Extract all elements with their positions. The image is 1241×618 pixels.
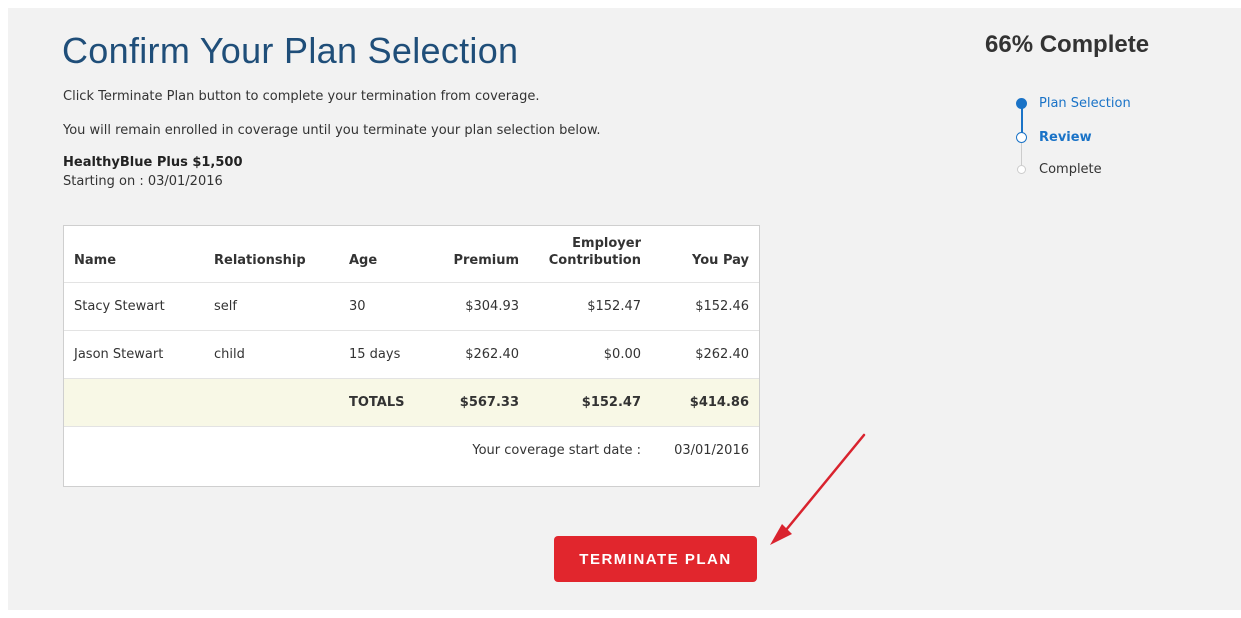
column-header-name: Name	[74, 252, 117, 268]
hollow-circle-icon	[1016, 132, 1027, 143]
cell-age: 30	[339, 281, 439, 330]
annotation-strip	[0, 0, 1241, 8]
intro-text-enrolled: You will remain enrolled in coverage unt…	[63, 123, 601, 138]
step-label: Complete	[1039, 162, 1102, 177]
coverage-table: Name Relationship Age Premium Employer Co…	[64, 226, 759, 474]
column-header-employer-line2: Contribution	[548, 252, 641, 268]
totals-employer-contribution: $152.47	[529, 377, 651, 426]
filled-circle-icon	[1016, 98, 1027, 109]
page-title: Confirm Your Plan Selection	[62, 30, 519, 71]
coverage-start-label: Your coverage start date :	[64, 425, 651, 474]
step-label: Review	[1039, 130, 1092, 145]
cell-relationship: child	[204, 329, 339, 378]
cell-employer-contribution: $0.00	[529, 329, 651, 378]
progress-title: 66% Complete	[985, 31, 1150, 58]
cell-age: 15 days	[339, 329, 439, 378]
step-connector	[1021, 107, 1023, 133]
terminate-plan-button[interactable]: TERMINATE PLAN	[554, 536, 757, 582]
cell-empty	[64, 377, 204, 426]
column-header-relationship: Relationship	[214, 252, 306, 268]
cell-premium: $304.93	[439, 281, 529, 330]
cell-relationship: self	[204, 281, 339, 330]
empty-circle-icon	[1017, 165, 1026, 174]
cell-you-pay: $262.40	[651, 329, 759, 378]
coverage-start-value: 03/01/2016	[651, 425, 759, 474]
coverage-table-card: Name Relationship Age Premium Employer Co…	[63, 225, 760, 487]
column-header-premium: Premium	[453, 252, 519, 268]
cell-empty	[204, 377, 339, 426]
intro-text-terminate: Click Terminate Plan button to complete …	[63, 89, 540, 104]
coverage-start-row: Your coverage start date : 03/01/2016	[64, 425, 759, 474]
table-row: Jason Stewart child 15 days $262.40 $0.0…	[64, 329, 759, 378]
totals-label: TOTALS	[339, 377, 439, 426]
cell-name: Stacy Stewart	[64, 281, 204, 330]
cell-premium: $262.40	[439, 329, 529, 378]
column-header-you-pay: You Pay	[692, 252, 749, 268]
cell-employer-contribution: $152.47	[529, 281, 651, 330]
totals-row: TOTALS $567.33 $152.47 $414.86	[64, 377, 759, 426]
progress-steps: Plan Selection Review Complete	[1011, 92, 1231, 192]
plan-name: HealthyBlue Plus $1,500	[63, 155, 243, 170]
step-connector	[1021, 143, 1022, 165]
cell-name: Jason Stewart	[64, 329, 204, 378]
totals-you-pay: $414.86	[651, 377, 759, 426]
table-header-row: Name Relationship Age Premium Employer Co…	[64, 226, 759, 282]
step-label: Plan Selection	[1039, 96, 1131, 111]
table-row: Stacy Stewart self 30 $304.93 $152.47 $1…	[64, 281, 759, 330]
plan-start-date: Starting on : 03/01/2016	[63, 174, 223, 189]
column-header-employer-contribution: Employer Contribution	[529, 226, 651, 282]
column-header-employer-line1: Employer	[572, 235, 641, 251]
column-header-age: Age	[349, 252, 378, 268]
cell-you-pay: $152.46	[651, 281, 759, 330]
totals-premium: $567.33	[439, 377, 529, 426]
